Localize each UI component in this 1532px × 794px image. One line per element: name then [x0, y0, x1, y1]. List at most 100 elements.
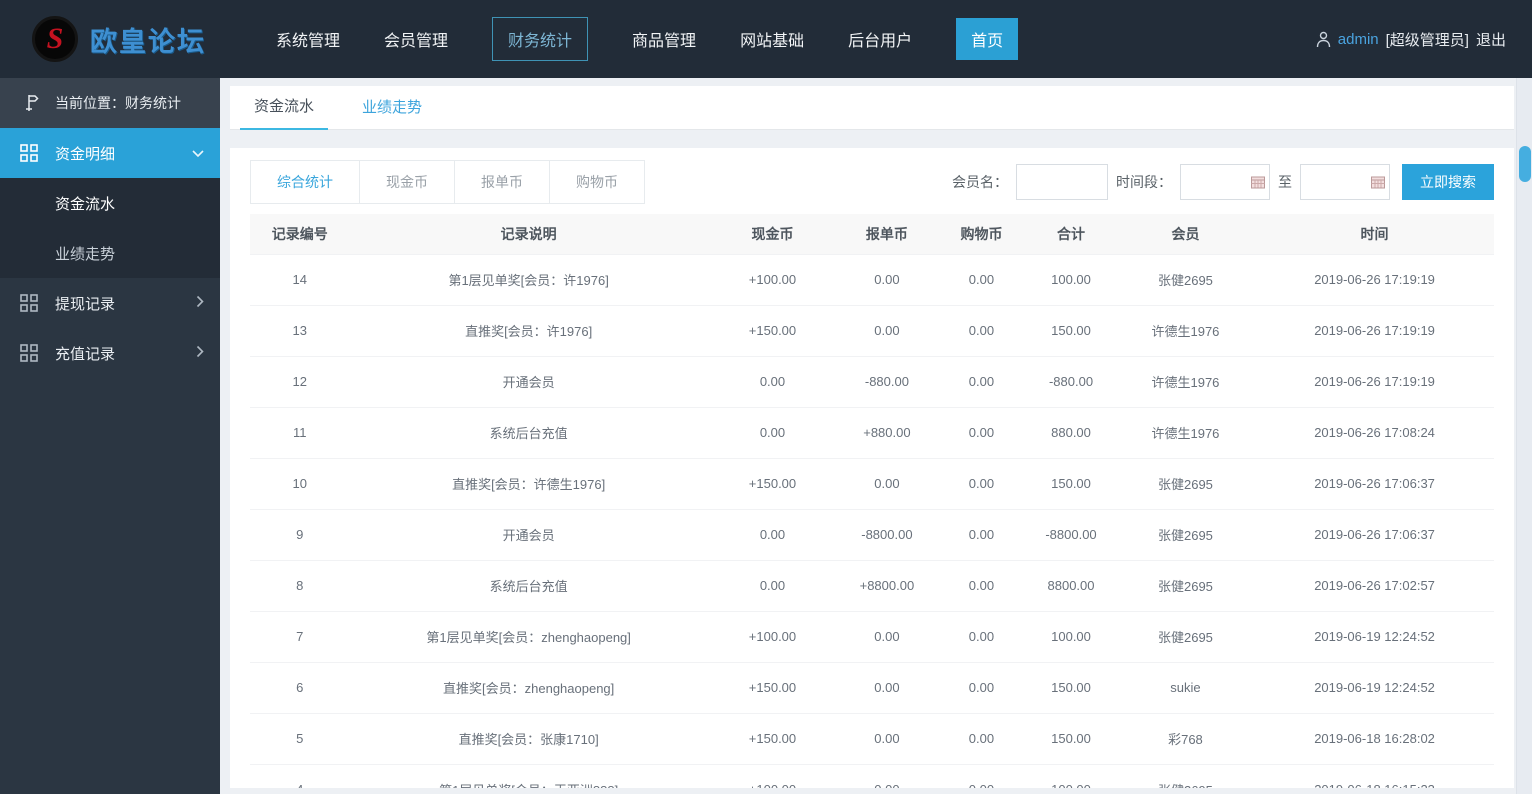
table-row: 12 开通会员 0.00 -880.00 0.00 -880.00 许德生1976 2019-…	[250, 355, 1494, 407]
chevron-right-icon	[196, 295, 204, 312]
sidebar-subitem-performance-trend[interactable]: 业绩走势	[0, 228, 220, 278]
member-name-input[interactable]	[1016, 164, 1108, 200]
table-cell: 150.00	[1026, 304, 1116, 356]
grid-icon	[18, 292, 40, 314]
table-cell: +150.00	[707, 712, 838, 764]
sidebar-item-label: 充值记录	[55, 345, 116, 363]
table-cell: 第1层见单奖[会员：zhenghaopeng]	[349, 610, 708, 662]
table-cell: 0.00	[837, 253, 937, 305]
table-cell: -880.00	[837, 355, 937, 407]
table-cell: 直推奖[会员：许德生1976]	[349, 457, 708, 509]
table-cell: 2019-06-26 17:06:37	[1255, 457, 1494, 509]
filter-cash-coin[interactable]: 现金币	[359, 160, 455, 204]
col-record-id: 记录编号	[250, 214, 350, 254]
nav-item-site[interactable]: 网站基础	[740, 27, 804, 51]
table-cell: 2019-06-26 17:19:19	[1255, 253, 1494, 305]
table-cell: 11	[250, 406, 350, 458]
table-row: 11 系统后台充值 0.00 +880.00 0.00 880.00 许德生1976 2019…	[250, 406, 1494, 458]
table-cell: 直推奖[会员：zhenghaopeng]	[349, 661, 708, 713]
table-cell: 2019-06-26 17:02:57	[1255, 559, 1494, 611]
to-label: 至	[1278, 174, 1292, 190]
col-order-coin: 报单币	[837, 214, 937, 254]
username-link[interactable]: admin	[1338, 31, 1379, 48]
filter-order-coin[interactable]: 报单币	[454, 160, 550, 204]
table-row: 10 直推奖[会员：许德生1976] +150.00 0.00 0.00 150.00 张健…	[250, 457, 1494, 509]
table-cell: 许德生1976	[1115, 355, 1256, 407]
sidebar-subitem-label: 业绩走势	[55, 245, 116, 263]
sidebar-item-recharge-records[interactable]: 充值记录	[0, 328, 220, 378]
table-row: 6 直推奖[会员：zhenghaopeng] +150.00 0.00 0.00 150.…	[250, 661, 1494, 713]
table-cell: 第1层见单奖[会员：许1976]	[349, 253, 708, 305]
search-box: 会员名： 时间段： 至 立即搜索	[952, 164, 1494, 200]
filter-shopping-coin[interactable]: 购物币	[549, 160, 645, 204]
table-cell: 2019-06-26 17:19:19	[1255, 304, 1494, 356]
nav-item-members[interactable]: 会员管理	[384, 27, 448, 51]
chevron-right-icon	[196, 345, 204, 362]
table-cell: 许德生1976	[1115, 406, 1256, 458]
search-button[interactable]: 立即搜索	[1402, 164, 1494, 200]
user-icon	[1316, 31, 1331, 48]
table-cell: 150.00	[1026, 457, 1116, 509]
nav-item-finance[interactable]: 财务统计	[492, 17, 589, 61]
breadcrumb-label: 当前位置：财务统计	[55, 95, 181, 111]
sidebar-item-withdraw-records[interactable]: 提现记录	[0, 278, 220, 328]
sidebar-item-funds-detail[interactable]: 资金明细	[0, 128, 220, 178]
chevron-down-icon	[192, 145, 204, 162]
table-cell: 彩768	[1115, 712, 1256, 764]
logo[interactable]: S 欧皇论坛	[0, 16, 250, 62]
table-cell: 14	[250, 253, 350, 305]
vertical-scrollbar[interactable]	[1516, 78, 1532, 794]
table-cell: 0.00	[936, 304, 1027, 356]
table-cell: 0.00	[707, 406, 838, 458]
table-cell: 13	[250, 304, 350, 356]
nav-item-home[interactable]: 首页	[956, 18, 1019, 60]
date-from-input[interactable]	[1180, 164, 1270, 200]
table-cell: +100.00	[707, 253, 838, 305]
member-name-label: 会员名：	[952, 174, 1008, 190]
table-cell: 2019-06-26 17:19:19	[1255, 355, 1494, 407]
table-cell: 100.00	[1026, 763, 1116, 788]
logo-icon: S	[32, 16, 78, 62]
date-to-input[interactable]	[1300, 164, 1390, 200]
col-member: 会员	[1115, 214, 1256, 254]
table-row: 13 直推奖[会员：许1976] +150.00 0.00 0.00 150.00 许德生1…	[250, 304, 1494, 356]
tab-performance-trend[interactable]: 业绩走势	[348, 96, 436, 129]
fund-flow-panel: 综合统计 现金币 报单币 购物币 会员名： 时间段： 至 立即搜索 记录编号 记…	[230, 148, 1514, 788]
table-cell: 2019-06-18 16:15:23	[1255, 763, 1494, 788]
table-cell: +100.00	[707, 610, 838, 662]
user-role: [超级管理员]	[1385, 31, 1469, 49]
grid-icon	[18, 342, 40, 364]
nav-item-system[interactable]: 系统管理	[276, 27, 340, 51]
nav-item-products[interactable]: 商品管理	[632, 27, 696, 51]
period-label: 时间段：	[1116, 174, 1172, 190]
table-cell: 0.00	[837, 304, 937, 356]
table-row: 4第1层见单奖[会员：王亚洲888]+100.000.000.00100.00张…	[250, 763, 1494, 788]
sidebar: 当前位置：财务统计 资金明细 资金流水 业绩走势 提现记录 充值记录	[0, 78, 220, 794]
table-cell: 直推奖[会员：张康1710]	[349, 712, 708, 764]
table-cell: 0.00	[936, 253, 1027, 305]
table-cell: 5	[250, 712, 350, 764]
table-cell: 0.00	[837, 763, 937, 788]
table-row: 9 开通会员 0.00 -8800.00 0.00 -8800.00 张健2695 2019-…	[250, 508, 1494, 560]
filter-comprehensive[interactable]: 综合统计	[250, 160, 360, 204]
table-cell: 张健2695	[1115, 253, 1256, 305]
table-cell: 0.00	[707, 355, 838, 407]
sidebar-subitem-fund-flow[interactable]: 资金流水	[0, 178, 220, 228]
table-cell: -880.00	[1026, 355, 1116, 407]
table-cell: 0.00	[936, 457, 1027, 509]
tab-fund-flow[interactable]: 资金流水	[240, 95, 329, 130]
table-cell: +8800.00	[837, 559, 937, 611]
filter-row: 综合统计 现金币 报单币 购物币 会员名： 时间段： 至 立即搜索	[250, 160, 1494, 204]
table-cell: 7	[250, 610, 350, 662]
scrollbar-thumb[interactable]	[1519, 146, 1531, 182]
grid-icon	[18, 142, 40, 164]
logout-link[interactable]: 退出	[1476, 29, 1506, 50]
table-cell: 2019-06-26 17:08:24	[1255, 406, 1494, 458]
date-from-wrap	[1180, 164, 1270, 200]
table-row: 8 系统后台充值 0.00 +8800.00 0.00 8800.00 张健2695 2019…	[250, 559, 1494, 611]
nav-item-backend-users[interactable]: 后台用户	[848, 27, 912, 51]
table-cell: -8800.00	[1026, 508, 1116, 560]
table-cell: +150.00	[707, 304, 838, 356]
table-cell: 12	[250, 355, 350, 407]
top-navbar: S 欧皇论坛 系统管理 会员管理 财务统计 商品管理 网站基础 后台用户 首页 …	[0, 0, 1532, 78]
